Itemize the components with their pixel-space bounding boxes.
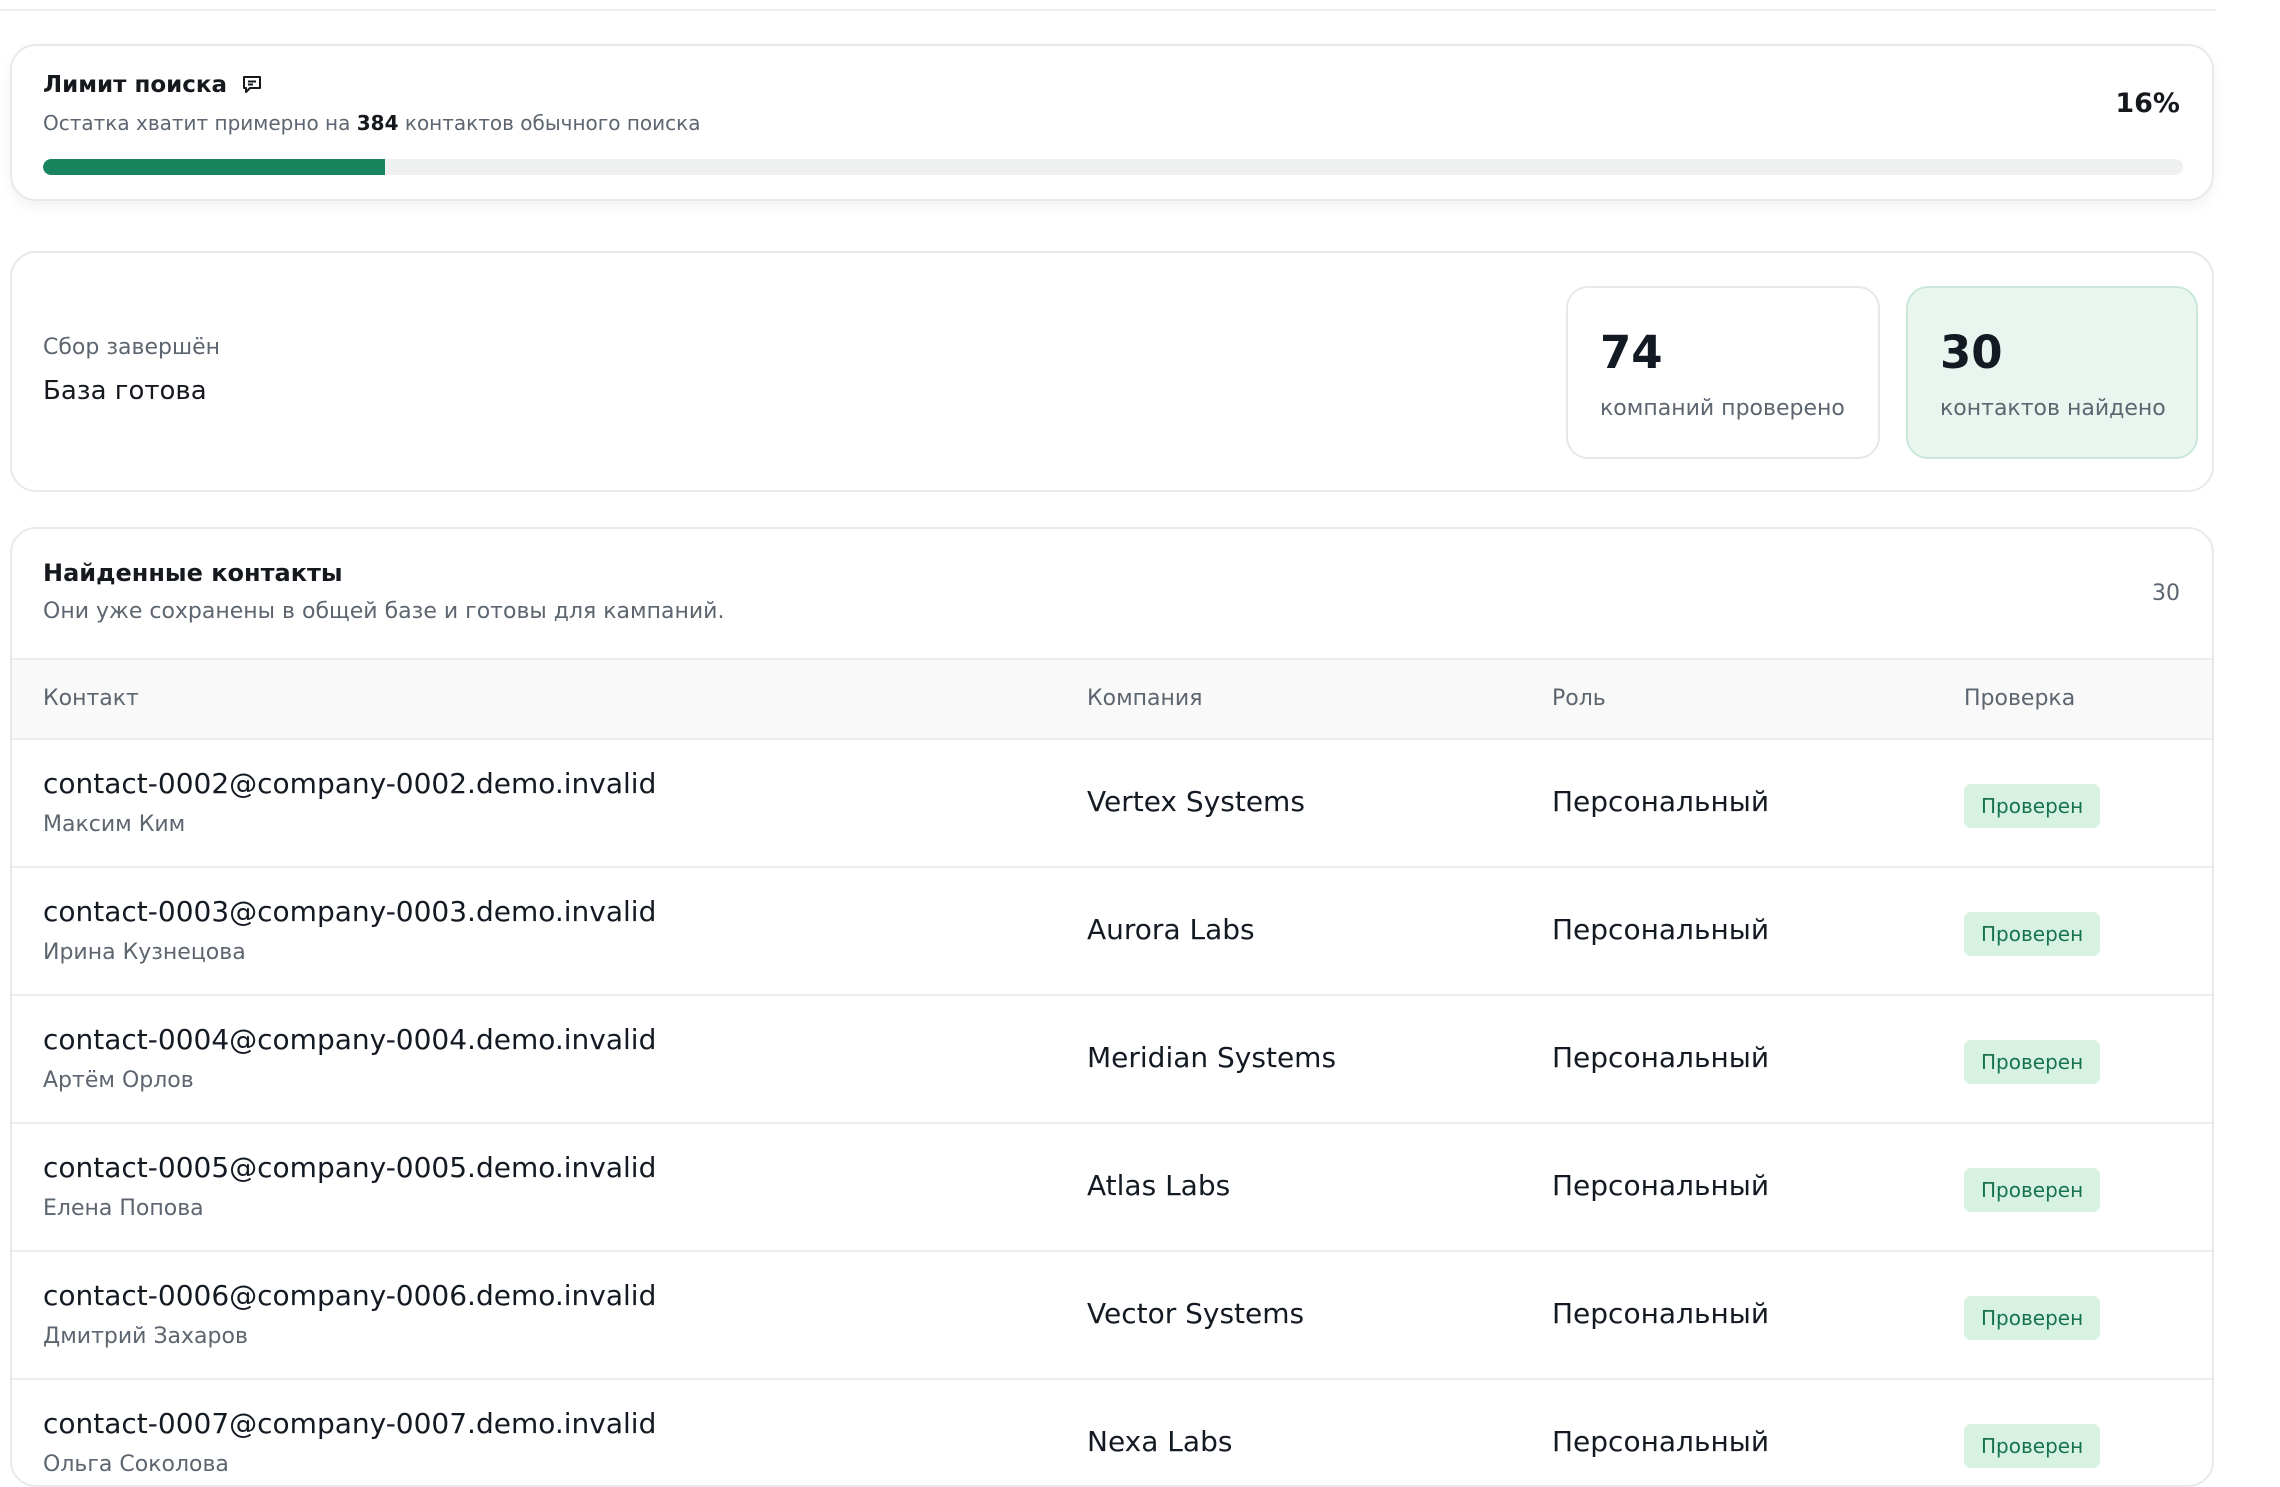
search-limit-card: Лимит поиска Остатка хватит примерно на … xyxy=(10,44,2214,201)
contacts-found-stat: 30 контактов найдено xyxy=(1906,286,2198,459)
contact-name: Максим Ким xyxy=(43,812,186,837)
contact-company: Aurora Labs xyxy=(1087,913,1255,946)
contact-email[interactable]: contact-0003@company-0003.demo.invalid xyxy=(43,895,656,928)
found-contacts-card: Найденные контакты Они уже сохранены в о… xyxy=(10,527,2214,1487)
search-limit-subtitle: Остатка хватит примерно на 384 контактов… xyxy=(43,111,701,135)
contact-name: Ирина Кузнецова xyxy=(43,940,246,965)
collection-status-title: База готова xyxy=(43,376,207,406)
search-limit-subtitle-after: контактов обычного поиска xyxy=(398,111,701,135)
contact-role: Персональный xyxy=(1552,913,1770,946)
search-limit-percent: 16% xyxy=(2115,88,2180,119)
contact-email[interactable]: contact-0002@company-0002.demo.invalid xyxy=(43,767,656,800)
contact-email[interactable]: contact-0006@company-0006.demo.invalid xyxy=(43,1279,656,1312)
contacts-found-label: контактов найдено xyxy=(1940,396,2166,421)
collection-status-card: Сбор завершён База готова 74 компаний пр… xyxy=(10,251,2214,492)
table-row[interactable]: contact-0003@company-0003.demo.invalid И… xyxy=(12,868,2212,996)
contact-name: Ольга Соколова xyxy=(43,1452,229,1477)
contact-company: Atlas Labs xyxy=(1087,1169,1231,1202)
contact-email[interactable]: contact-0004@company-0004.demo.invalid xyxy=(43,1023,656,1056)
companies-checked-label: компаний проверено xyxy=(1600,396,1845,421)
found-contacts-count: 30 xyxy=(2152,581,2180,606)
contacts-table-body: contact-0002@company-0002.demo.invalid М… xyxy=(12,740,2212,1485)
contact-role: Персональный xyxy=(1552,1169,1770,1202)
search-limit-subtitle-before: Остатка хватит примерно на xyxy=(43,111,357,135)
column-header-verification[interactable]: Проверка xyxy=(1964,686,2075,711)
table-row[interactable]: contact-0007@company-0007.demo.invalid О… xyxy=(12,1380,2212,1485)
table-row[interactable]: contact-0005@company-0005.demo.invalid Е… xyxy=(12,1124,2212,1252)
contact-role: Персональный xyxy=(1552,1297,1770,1330)
contacts-found-count: 30 xyxy=(1940,326,2003,379)
contact-name: Артём Орлов xyxy=(43,1068,194,1093)
table-row[interactable]: contact-0006@company-0006.demo.invalid Д… xyxy=(12,1252,2212,1380)
contact-company: Meridian Systems xyxy=(1087,1041,1337,1074)
message-icon[interactable] xyxy=(241,75,263,95)
search-limit-progress-bar xyxy=(43,159,2183,175)
verified-badge: Проверен xyxy=(1964,784,2101,828)
verified-badge: Проверен xyxy=(1964,1424,2101,1468)
companies-checked-stat: 74 компаний проверено xyxy=(1566,286,1880,459)
verified-badge: Проверен xyxy=(1964,912,2101,956)
contact-company: Nexa Labs xyxy=(1087,1425,1233,1458)
found-contacts-title: Найденные контакты xyxy=(43,559,343,587)
contact-company: Vector Systems xyxy=(1087,1297,1305,1330)
verified-badge: Проверен xyxy=(1964,1040,2101,1084)
search-limit-remaining-count: 384 xyxy=(356,111,399,135)
top-divider xyxy=(0,9,2216,11)
companies-checked-count: 74 xyxy=(1600,326,1663,379)
verified-badge: Проверен xyxy=(1964,1296,2101,1340)
search-limit-title: Лимит поиска xyxy=(43,72,263,98)
contact-email[interactable]: contact-0005@company-0005.demo.invalid xyxy=(43,1151,656,1184)
contact-company: Vertex Systems xyxy=(1087,785,1305,818)
column-header-role[interactable]: Роль xyxy=(1552,686,1606,711)
found-contacts-subtitle: Они уже сохранены в общей базе и готовы … xyxy=(43,599,725,624)
contacts-table-header: Контакт Компания Роль Проверка xyxy=(12,658,2212,740)
column-header-contact[interactable]: Контакт xyxy=(43,686,139,711)
contact-email[interactable]: contact-0007@company-0007.demo.invalid xyxy=(43,1407,656,1440)
contact-name: Дмитрий Захаров xyxy=(43,1324,248,1349)
contact-role: Персональный xyxy=(1552,1041,1770,1074)
contact-role: Персональный xyxy=(1552,785,1770,818)
contact-name: Елена Попова xyxy=(43,1196,204,1221)
column-header-company[interactable]: Компания xyxy=(1087,686,1202,711)
table-row[interactable]: contact-0002@company-0002.demo.invalid М… xyxy=(12,740,2212,868)
table-row[interactable]: contact-0004@company-0004.demo.invalid А… xyxy=(12,996,2212,1124)
verified-badge: Проверен xyxy=(1964,1168,2101,1212)
collection-status-label: Сбор завершён xyxy=(43,335,221,360)
search-limit-progress-fill xyxy=(43,159,386,175)
contact-role: Персональный xyxy=(1552,1425,1770,1458)
search-limit-title-text: Лимит поиска xyxy=(43,72,228,98)
